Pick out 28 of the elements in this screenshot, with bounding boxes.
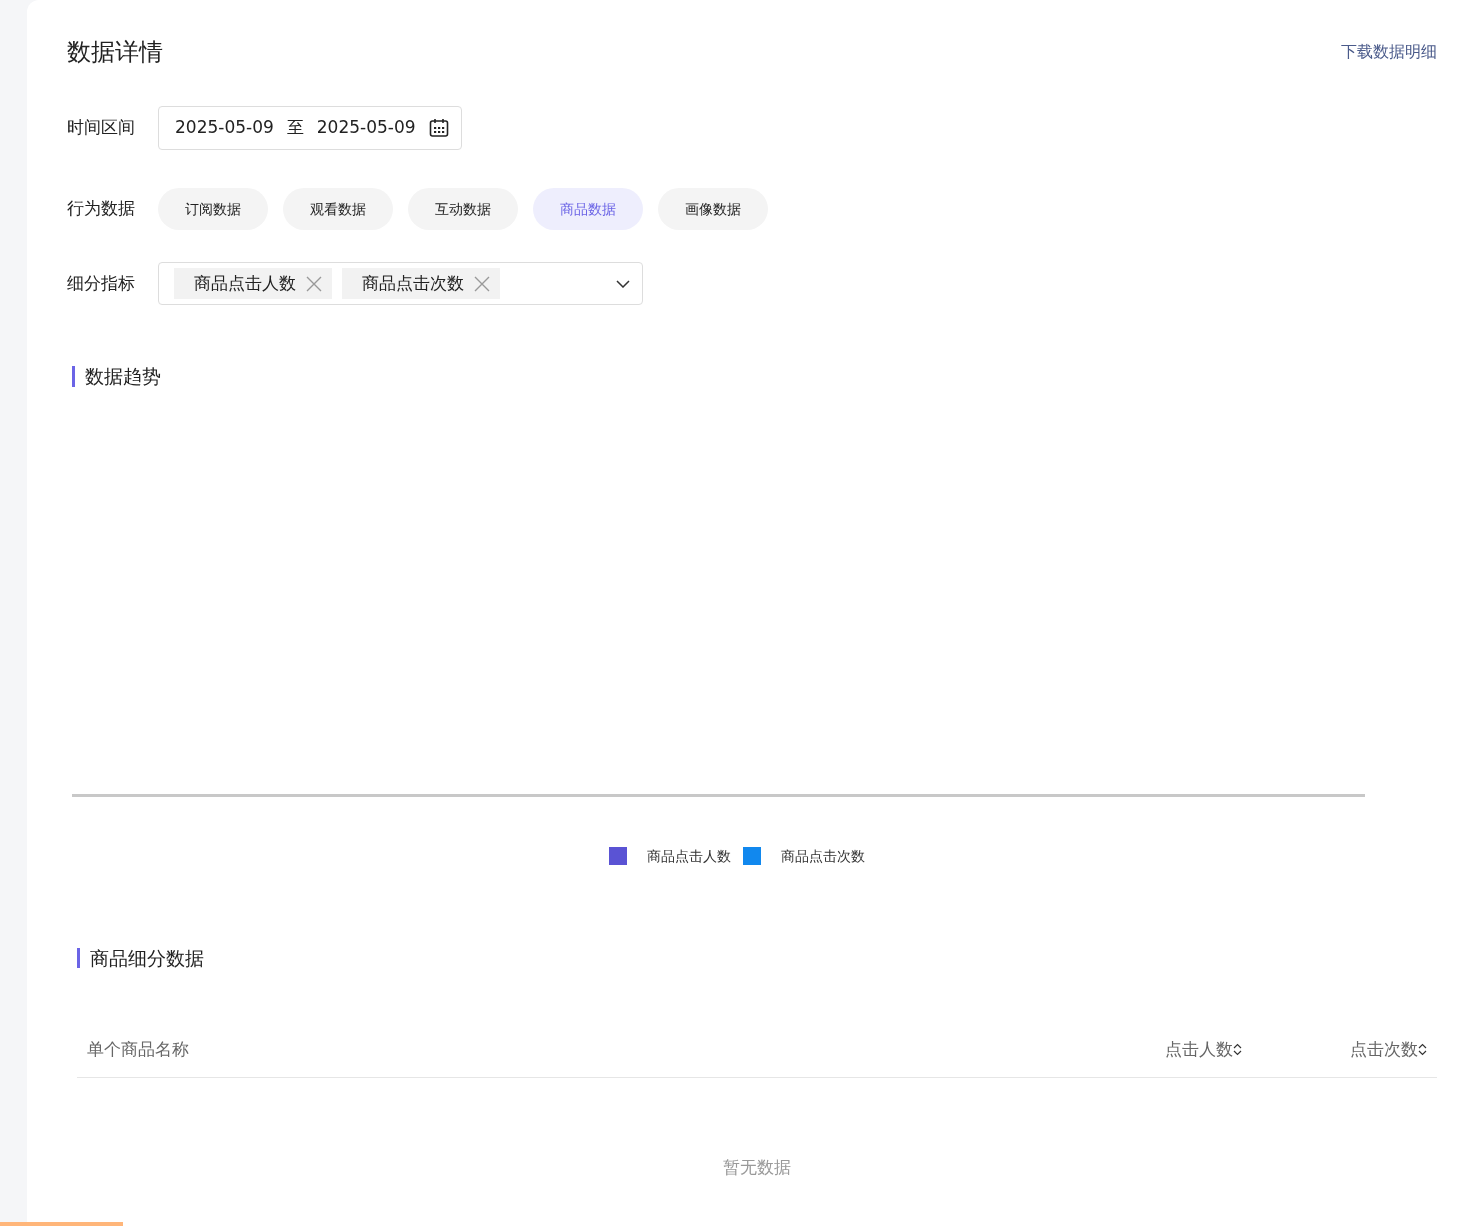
behavior-tab[interactable]: 商品数据: [533, 188, 643, 230]
behavior-tab[interactable]: 订阅数据: [158, 188, 268, 230]
tag-label: 商品点击人数: [194, 271, 296, 295]
chevron-down-icon: [616, 279, 630, 288]
close-icon[interactable]: [474, 275, 490, 292]
sort-icon[interactable]: [1233, 1043, 1242, 1057]
metric-select[interactable]: 商品点击人数 商品点击次数: [158, 262, 643, 305]
download-link[interactable]: 下载数据明细: [1341, 40, 1437, 64]
field-label: 行为数据: [67, 197, 136, 221]
sort-icon[interactable]: [1418, 1043, 1427, 1057]
column-header[interactable]: 点击人数: [1165, 1036, 1242, 1063]
section-title: 商品细分数据: [77, 947, 204, 969]
date-range-field[interactable]: 2025-05-09 至 2025-05-09: [158, 106, 462, 150]
column-header[interactable]: 点击次数: [1350, 1036, 1427, 1063]
section-title: 数据趋势: [72, 366, 161, 387]
tag-label: 商品点击次数: [362, 271, 464, 295]
behavior-tab[interactable]: 观看数据: [283, 188, 393, 230]
calendar-icon: [428, 118, 449, 138]
page-title: 数据详情: [67, 37, 163, 68]
legend-label[interactable]: 商品点击次数: [781, 845, 865, 867]
behavior-tab[interactable]: 互动数据: [408, 188, 518, 230]
empty-state-text: 暂无数据: [723, 1157, 791, 1177]
field-label: 细分指标: [67, 271, 136, 295]
column-header: 单个商品名称: [87, 1037, 189, 1061]
behavior-tab[interactable]: 画像数据: [658, 188, 768, 230]
field-label: 时间区间: [67, 116, 136, 140]
close-icon[interactable]: [306, 275, 322, 292]
legend-label[interactable]: 商品点击人数: [647, 845, 731, 867]
